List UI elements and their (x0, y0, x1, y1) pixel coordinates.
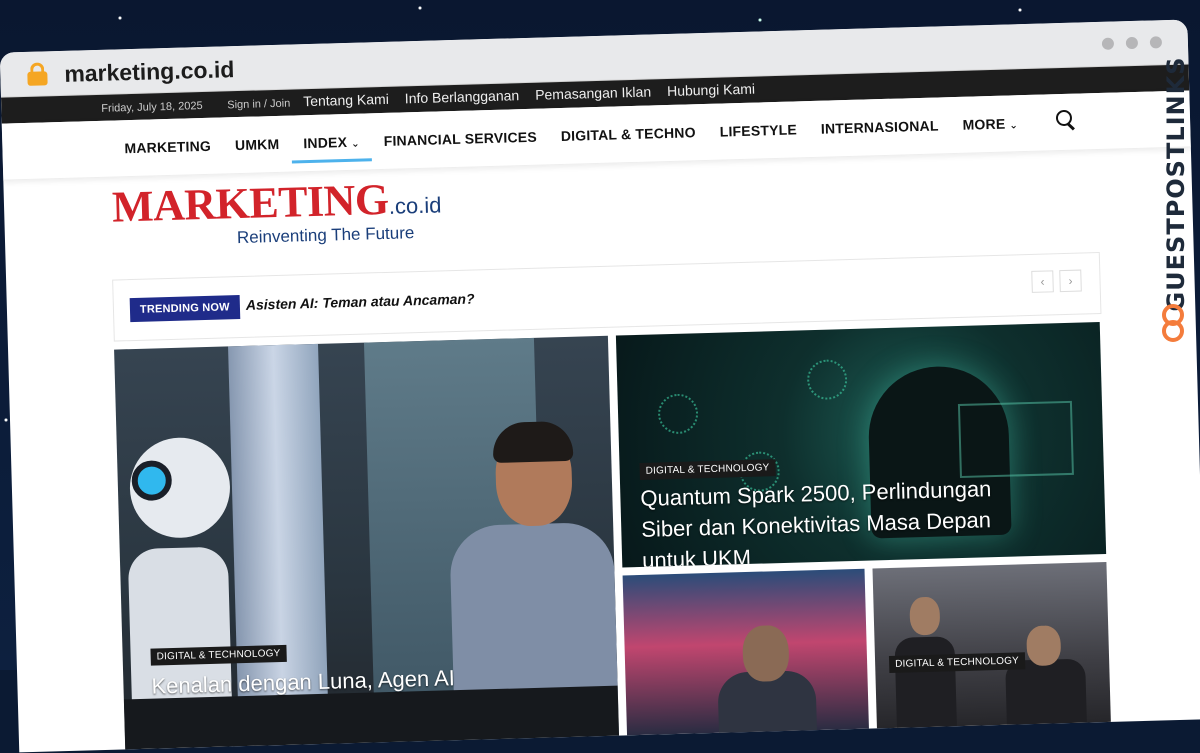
chevron-left-icon[interactable]: ‹ (1031, 270, 1054, 293)
top-link-hubungi-kami[interactable]: Hubungi Kami (667, 81, 755, 99)
nav-item-label: INDEX (303, 133, 348, 152)
nav-item-digital-techno[interactable]: DIGITAL & TECHNO (548, 104, 708, 164)
person-image (742, 624, 790, 683)
screenshot-frame: marketing.co.id Friday, July 18, 2025 Si… (0, 0, 1200, 753)
top-link-tentang-kami[interactable]: Tentang Kami (303, 91, 389, 109)
small-article[interactable]: DIGITAL & TECHNOLOGY (872, 561, 1111, 729)
chevron-down-icon: ⌄ (1009, 120, 1019, 132)
watermark: GUESTPOSTLINKS (1154, 56, 1194, 360)
trending-badge: TRENDING NOW (129, 295, 241, 323)
nav-item-lifestyle[interactable]: LIFESTYLE (707, 101, 810, 160)
logo-text: MARKETING (111, 174, 390, 232)
nav-item-umkm[interactable]: UMKM (222, 116, 292, 174)
logo-tld: .co.id (388, 192, 442, 219)
lock-icon (26, 62, 49, 86)
watermark-text: GUESTPOSTLINKS (1162, 56, 1190, 312)
browser-window: marketing.co.id Friday, July 18, 2025 Si… (0, 19, 1200, 753)
person-image (909, 596, 941, 636)
site-logo[interactable]: MARKETING.co.id Reinventing The Future (111, 172, 442, 247)
nav-item-label: MORE (962, 115, 1006, 133)
search-icon[interactable] (1055, 109, 1079, 133)
sign-in-link[interactable]: Sign in / Join (227, 98, 290, 112)
window-dot-icon[interactable] (1125, 36, 1139, 50)
window-controls (1101, 36, 1163, 50)
nav-item-more[interactable]: MORE ⌄ (950, 95, 1031, 153)
link-icon (1162, 304, 1184, 344)
chevron-down-icon: ⌄ (351, 138, 360, 150)
top-link-pemasangan-iklan[interactable]: Pemasangan Iklan (535, 83, 651, 102)
nav-item-marketing[interactable]: MARKETING (112, 117, 224, 176)
chevron-right-icon[interactable]: › (1059, 269, 1082, 293)
window-dot-icon[interactable] (1101, 37, 1115, 50)
current-date: Friday, July 18, 2025 (101, 100, 203, 115)
window-dot-icon[interactable] (1149, 36, 1163, 49)
nav-item-financial-services[interactable]: FINANCIAL SERVICES (371, 108, 550, 169)
small-article[interactable] (622, 568, 869, 736)
nav-item-internasional[interactable]: INTERNASIONAL (808, 97, 951, 157)
trending-headline[interactable]: Asisten AI: Teman atau Ancaman? (246, 290, 475, 312)
article-title[interactable]: Quantum Spark 2500, Perlindungan Siber d… (640, 472, 1042, 567)
top-link-info-berlangganan[interactable]: Info Berlangganan (405, 87, 520, 106)
feature-article[interactable]: DIGITAL & TECHNOLOGY Quantum Spark 2500,… (615, 322, 1107, 568)
logo-tagline: Reinventing The Future (236, 223, 415, 248)
hero-article[interactable]: DIGITAL & TECHNOLOGY Kenalan dengan Luna… (114, 335, 620, 750)
featured-grid: DIGITAL & TECHNOLOGY Kenalan dengan Luna… (114, 322, 1111, 750)
nav-item-index[interactable]: INDEX ⌄ (291, 113, 373, 171)
trending-controls: ‹ › (1031, 269, 1082, 293)
url-text[interactable]: marketing.co.id (64, 56, 235, 88)
